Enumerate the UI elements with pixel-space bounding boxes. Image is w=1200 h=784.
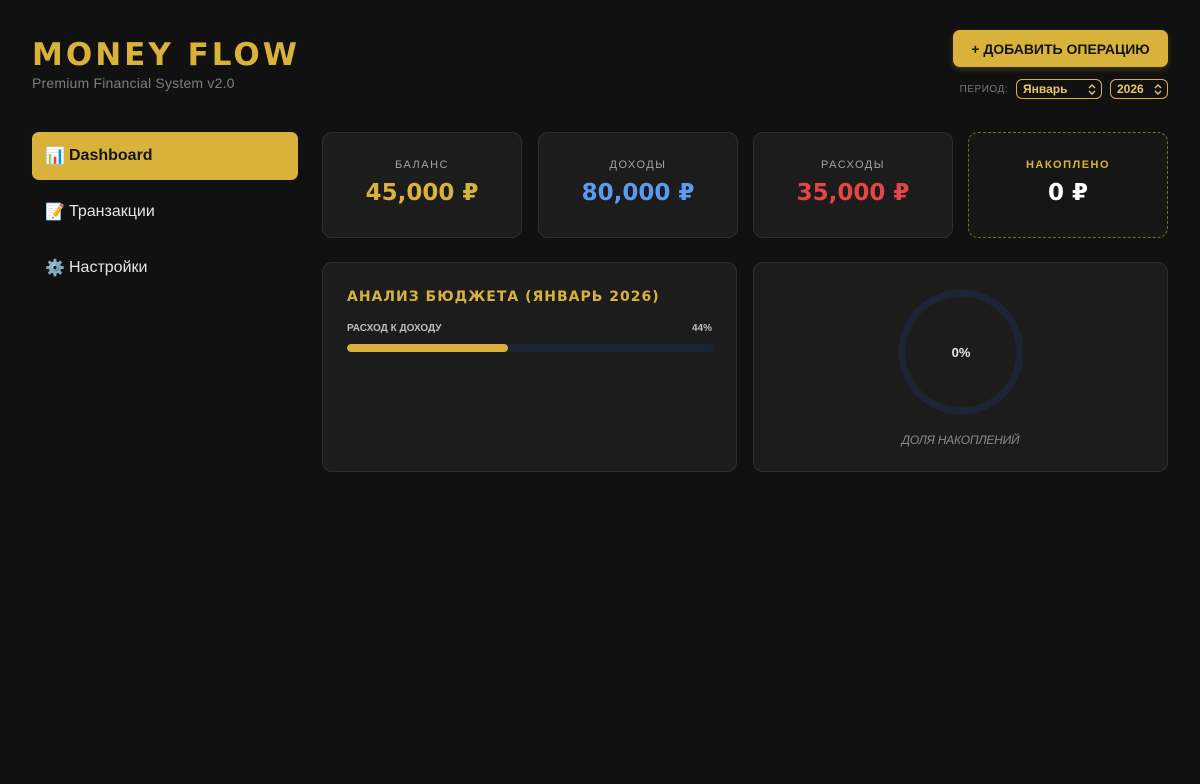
month-select[interactable]: Январь bbox=[1016, 79, 1102, 99]
gear-icon: ⚙️ bbox=[45, 260, 65, 277]
savings-value: 0 ₽ bbox=[1047, 180, 1088, 206]
income-label: ДОХОДЫ bbox=[609, 159, 667, 171]
updown-chevron-icon bbox=[1088, 83, 1096, 95]
add-operation-button[interactable]: + ДОБАВИТЬ ОПЕРАЦИЮ bbox=[953, 30, 1168, 67]
app-root: MONEY FLOW Premium Financial System v2.0… bbox=[0, 0, 1200, 784]
budget-analysis-card: АНАЛИЗ БЮДЖЕТА (ЯНВАРЬ 2026) РАСХОД К ДО… bbox=[322, 262, 737, 472]
sidebar-item-dashboard[interactable]: 📊 Dashboard bbox=[32, 132, 298, 180]
bar-chart-icon: 📊 bbox=[45, 148, 65, 165]
sidebar-item-label: Транзакции bbox=[69, 203, 155, 220]
year-select[interactable]: 2026 bbox=[1110, 79, 1168, 99]
sidebar-item-transactions[interactable]: 📝 Транзакции bbox=[32, 188, 298, 236]
income-value: 80,000 ₽ bbox=[581, 180, 695, 206]
sidebar-item-label: Настройки bbox=[69, 259, 148, 276]
savings-card: НАКОПЛЕНО 0 ₽ bbox=[968, 132, 1168, 238]
ratio-progress-bar bbox=[347, 344, 713, 352]
period-selector: ПЕРИОД: Январь 2026 bbox=[960, 79, 1168, 99]
ratio-progress-fill bbox=[347, 344, 509, 352]
expense-label: РАСХОДЫ bbox=[821, 159, 885, 171]
sidebar: 📊 Dashboard 📝 Транзакции ⚙️ Настройки bbox=[32, 132, 298, 300]
sidebar-item-label: Dashboard bbox=[69, 147, 153, 164]
month-select-value: Январь bbox=[1023, 82, 1068, 96]
ratio-label: РАСХОД К ДОХОДУ bbox=[347, 323, 442, 334]
balance-card: БАЛАНС 45,000 ₽ bbox=[322, 132, 522, 238]
savings-label: НАКОПЛЕНО bbox=[1025, 159, 1111, 171]
balance-label: БАЛАНС bbox=[395, 159, 449, 171]
period-label: ПЕРИОД: bbox=[959, 83, 1008, 95]
ratio-percent: 44% bbox=[691, 323, 712, 334]
app-subtitle: Premium Financial System v2.0 bbox=[32, 75, 235, 91]
donut-percent: 0% bbox=[951, 344, 971, 360]
year-select-value: 2026 bbox=[1117, 82, 1144, 96]
app-title: MONEY FLOW bbox=[32, 37, 300, 73]
balance-value: 45,000 ₽ bbox=[365, 180, 479, 206]
expense-value: 35,000 ₽ bbox=[796, 180, 910, 206]
sidebar-item-settings[interactable]: ⚙️ Настройки bbox=[32, 244, 298, 292]
savings-share-card: 0% ДОЛЯ НАКОПЛЕНИЙ bbox=[753, 262, 1168, 472]
updown-chevron-icon bbox=[1154, 83, 1162, 95]
budget-title: АНАЛИЗ БЮДЖЕТА (ЯНВАРЬ 2026) bbox=[347, 289, 660, 305]
savings-share-caption: ДОЛЯ НАКОПЛЕНИЙ bbox=[901, 433, 1020, 447]
ratio-row: РАСХОД К ДОХОДУ 44% bbox=[347, 323, 712, 334]
income-card: ДОХОДЫ 80,000 ₽ bbox=[538, 132, 738, 238]
expense-card: РАСХОДЫ 35,000 ₽ bbox=[753, 132, 953, 238]
brand: MONEY FLOW Premium Financial System v2.0 bbox=[32, 36, 300, 91]
memo-icon: 📝 bbox=[45, 204, 65, 221]
